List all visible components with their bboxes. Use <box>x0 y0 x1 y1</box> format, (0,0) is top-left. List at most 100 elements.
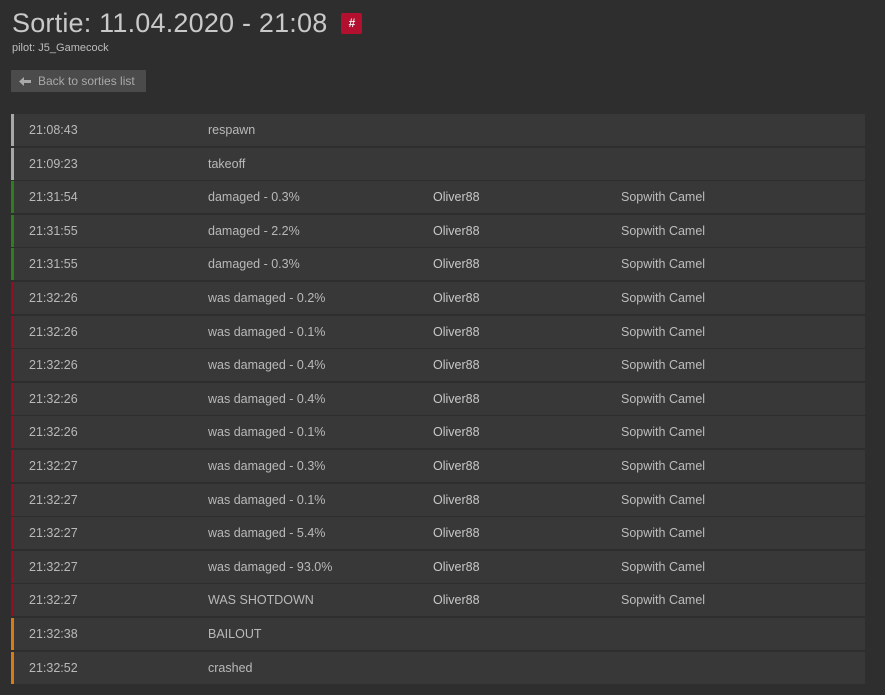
event-pilot: Oliver88 <box>433 190 480 205</box>
event-pilot: Oliver88 <box>433 492 480 507</box>
event-time: 21:32:26 <box>29 324 78 339</box>
event-time: 21:31:55 <box>29 257 78 272</box>
event-row: 21:32:26 was damaged - 0.4% Oliver88 Sopwit… <box>11 349 865 382</box>
event-time: 21:32:27 <box>29 526 78 541</box>
event-description: respawn <box>208 123 256 137</box>
event-description: crashed <box>208 660 253 675</box>
events-table: 21:08:43 respawn 21:09:23 takeoff 21:31:54 da… <box>11 114 865 685</box>
title-row: Sortie: 11.04.2020 - 21:08 # <box>12 5 363 41</box>
event-type-indicator <box>11 214 14 247</box>
event-pilot: Oliver88 <box>433 593 480 608</box>
event-type-indicator <box>11 349 14 382</box>
event-time: 21:32:26 <box>29 358 78 373</box>
event-aircraft: Sopwith Camel <box>621 324 706 339</box>
event-description: was damaged - 0.1% <box>208 492 326 507</box>
event-time: 21:32:38 <box>29 626 78 641</box>
event-description: was damaged - 0.1% <box>208 425 326 440</box>
event-description: was damaged - 5.4% <box>208 526 326 541</box>
event-description: damaged - 0.3% <box>208 190 300 205</box>
event-time: 21:32:26 <box>29 425 78 440</box>
event-type-indicator <box>11 281 14 314</box>
event-time: 21:32:26 <box>29 290 78 305</box>
event-type-indicator <box>11 617 14 650</box>
event-aircraft: Sopwith Camel <box>621 526 706 541</box>
event-type-indicator <box>11 114 14 146</box>
event-time: 21:09:23 <box>29 156 78 171</box>
event-type-indicator <box>11 449 14 482</box>
event-time: 21:32:52 <box>29 660 78 675</box>
hash-link-badge[interactable]: # <box>341 12 363 34</box>
event-aircraft: Sopwith Camel <box>621 391 706 406</box>
event-time: 21:32:26 <box>29 391 78 406</box>
event-row: 21:32:26 was damaged - 0.1% Oliver88 Sopwit… <box>11 416 865 449</box>
event-row: 21:08:43 respawn <box>11 114 865 146</box>
event-type-indicator <box>11 517 14 550</box>
event-aircraft: Sopwith Camel <box>621 358 706 373</box>
event-type-indicator <box>11 584 14 617</box>
event-row: 21:32:26 was damaged - 0.4% Oliver88 Sopwit… <box>11 382 865 415</box>
event-description: BAILOUT <box>208 626 262 641</box>
event-description: was damaged - 93.0% <box>208 559 333 574</box>
event-type-indicator <box>11 181 14 214</box>
event-aircraft: Sopwith Camel <box>621 458 706 473</box>
event-pilot: Oliver88 <box>433 257 480 272</box>
event-row: 21:32:27 was damaged - 0.3% Oliver88 Sopwit… <box>11 449 865 482</box>
event-row: 21:31:55 damaged - 0.3% Oliver88 Sopwith Ca… <box>11 248 865 281</box>
event-aircraft: Sopwith Camel <box>621 223 706 238</box>
event-type-indicator <box>11 416 14 449</box>
event-type-indicator <box>11 315 14 348</box>
event-description: was damaged - 0.4% <box>208 358 326 373</box>
event-description: takeoff <box>208 156 246 171</box>
page-title: Sortie: 11.04.2020 - 21:08 <box>12 7 328 38</box>
event-aircraft: Sopwith Camel <box>621 290 706 305</box>
event-description: damaged - 0.3% <box>208 257 300 272</box>
event-row: 21:32:27 WAS SHOTDOWN Oliver88 Sopwith Came… <box>11 584 865 617</box>
back-button-label: Back to sorties list <box>38 74 135 88</box>
event-time: 21:31:55 <box>29 223 78 238</box>
event-type-indicator <box>11 382 14 415</box>
event-description: WAS SHOTDOWN <box>208 593 314 608</box>
event-row: 21:32:52 crashed <box>11 651 865 684</box>
event-row: 21:31:54 damaged - 0.3% Oliver88 Sopwith Ca… <box>11 181 865 214</box>
event-pilot: Oliver88 <box>433 458 480 473</box>
arrow-left-icon <box>19 76 31 86</box>
event-aircraft: Sopwith Camel <box>621 425 706 440</box>
event-row: 21:31:55 damaged - 2.2% Oliver88 Sopwith Ca… <box>11 214 865 247</box>
event-type-indicator <box>11 550 14 583</box>
event-description: damaged - 2.2% <box>208 223 300 238</box>
event-time: 21:32:27 <box>29 559 78 574</box>
event-time: 21:32:27 <box>29 593 78 608</box>
event-aircraft: Sopwith Camel <box>621 257 706 272</box>
event-type-indicator <box>11 248 14 281</box>
pilot-name: pilot: J5_Gamecock <box>12 42 109 54</box>
event-description: was damaged - 0.4% <box>208 391 326 406</box>
back-to-sorties-button[interactable]: Back to sorties list <box>11 70 146 92</box>
event-time: 21:08:43 <box>29 123 78 137</box>
event-row: 21:09:23 takeoff <box>11 147 865 180</box>
event-row: 21:32:26 was damaged - 0.2% Oliver88 Sopwit… <box>11 281 865 314</box>
event-aircraft: Sopwith Camel <box>621 190 706 205</box>
event-time: 21:32:27 <box>29 458 78 473</box>
event-aircraft: Sopwith Camel <box>621 593 706 608</box>
event-row: 21:32:27 was damaged - 0.1% Oliver88 Sopwit… <box>11 483 865 516</box>
event-pilot: Oliver88 <box>433 526 480 541</box>
event-description: was damaged - 0.1% <box>208 324 326 339</box>
event-pilot: Oliver88 <box>433 391 480 406</box>
event-type-indicator <box>11 147 14 180</box>
event-pilot: Oliver88 <box>433 559 480 574</box>
event-type-indicator <box>11 651 14 684</box>
event-description: was damaged - 0.3% <box>208 458 326 473</box>
event-aircraft: Sopwith Camel <box>621 559 706 574</box>
event-pilot: Oliver88 <box>433 324 480 339</box>
event-row: 21:32:27 was damaged - 93.0% Oliver88 Sopwi… <box>11 550 865 583</box>
sortie-header: Sortie: 11.04.2020 - 21:08 # pilot: J5_G… <box>12 5 363 54</box>
event-description: was damaged - 0.2% <box>208 290 326 305</box>
event-row: 21:32:26 was damaged - 0.1% Oliver88 Sopwit… <box>11 315 865 348</box>
event-time: 21:31:54 <box>29 190 78 205</box>
event-pilot: Oliver88 <box>433 358 480 373</box>
event-pilot: Oliver88 <box>433 223 480 238</box>
event-pilot: Oliver88 <box>433 290 480 305</box>
event-row: 21:32:27 was damaged - 5.4% Oliver88 Sopwit… <box>11 517 865 550</box>
event-aircraft: Sopwith Camel <box>621 492 706 507</box>
event-pilot: Oliver88 <box>433 425 480 440</box>
